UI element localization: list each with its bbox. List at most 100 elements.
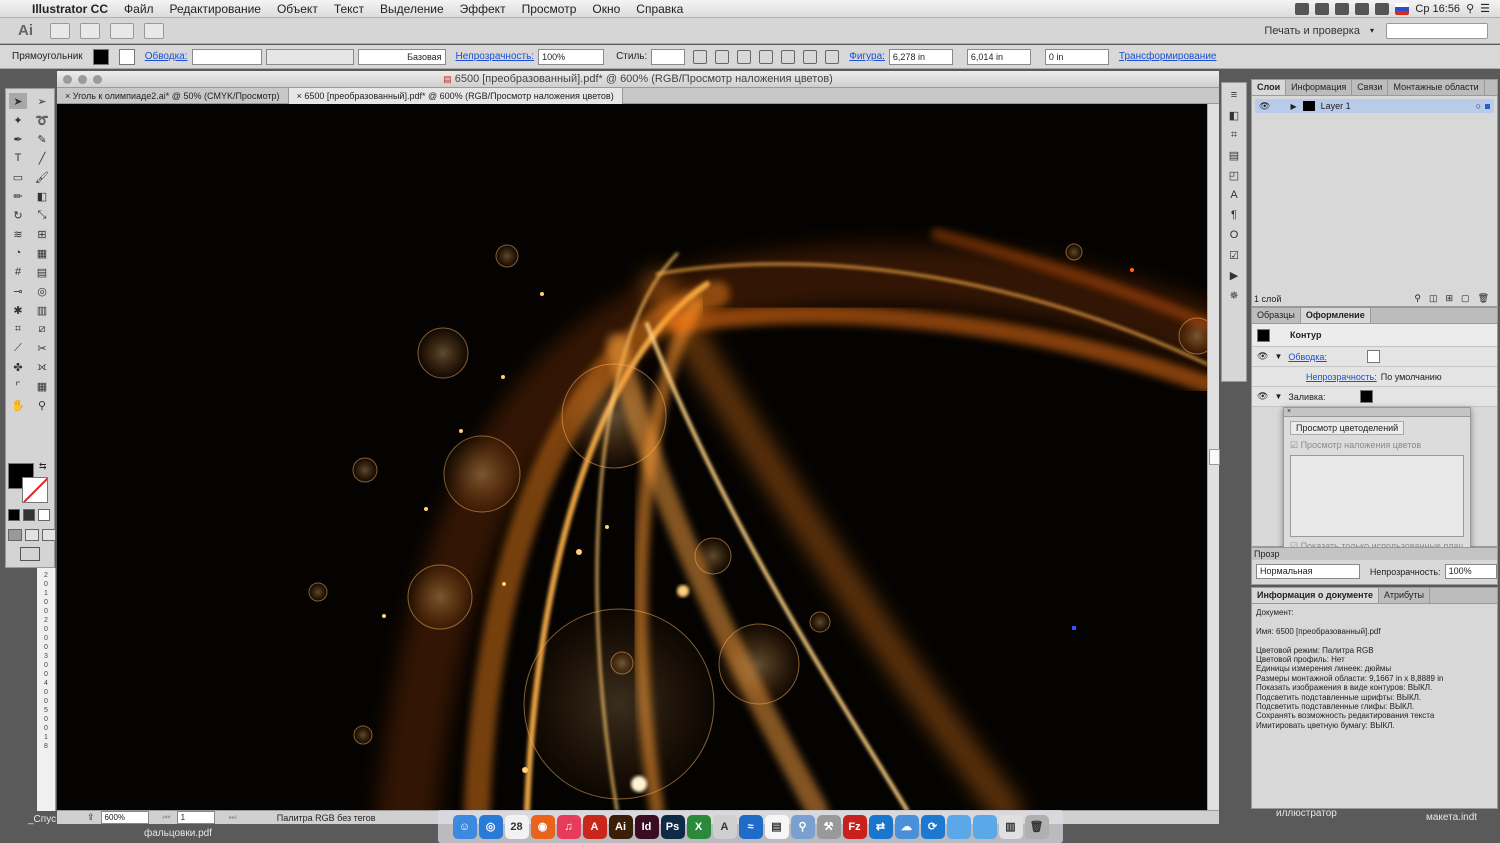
tab-ugol[interactable]: × Уголь к олимпиаде2.ai* @ 50% (CMYK/Про… <box>57 88 289 104</box>
eyedropper-tool-icon[interactable]: ⊸ <box>9 283 27 299</box>
desktop-file-label[interactable]: _Спус <box>28 814 56 825</box>
character-icon[interactable]: A <box>1227 189 1241 203</box>
scroll-thumb[interactable] <box>1209 449 1220 465</box>
disclosure-triangle-icon[interactable]: ▼ <box>1274 352 1282 361</box>
fill-row[interactable]: 👁 ▼ Заливка: <box>1252 387 1497 407</box>
menu-icon[interactable]: ≡ <box>1227 89 1241 103</box>
slice-tool-icon[interactable]: ⧄ <box>33 321 51 337</box>
desktop-file-label[interactable]: макета.indt <box>1426 812 1477 823</box>
menu-help[interactable]: Справка <box>628 2 691 16</box>
column-graph-tool-icon[interactable]: ▥ <box>33 302 51 318</box>
cloud-tray-icon[interactable] <box>1295 2 1310 15</box>
symbol-sprayer-tool-icon[interactable]: ✱ <box>9 302 27 318</box>
tab-6500[interactable]: × 6500 [преобразованный].pdf* @ 600% (RG… <box>288 88 623 104</box>
align-right-icon[interactable] <box>759 49 774 64</box>
draw-inside-button[interactable] <box>42 529 56 541</box>
stroke-row[interactable]: 👁 ▼ Обводка: <box>1252 347 1497 367</box>
separations-list[interactable] <box>1290 455 1464 537</box>
stroke-style-field[interactable]: Базовая <box>357 48 446 65</box>
opentype-icon[interactable]: O <box>1227 229 1241 243</box>
tab-swatches[interactable]: Образцы <box>1252 308 1301 323</box>
navigator-icon[interactable]: ✵ <box>1227 289 1241 303</box>
align-icon[interactable]: ▤ <box>1227 149 1241 163</box>
draw-behind-button[interactable] <box>25 529 39 541</box>
magic-wand-tool-icon[interactable]: ✦ <box>9 112 27 128</box>
shape-link[interactable]: Фигура: <box>849 51 885 62</box>
type-tool-icon[interactable]: T <box>9 150 27 166</box>
stroke-swatch[interactable] <box>118 48 135 65</box>
tab-links[interactable]: Связи <box>1352 80 1389 95</box>
tab-document-info[interactable]: Информация о документе <box>1252 588 1380 603</box>
rotate-tool-icon[interactable]: ↻ <box>9 207 27 223</box>
height-field[interactable]: 6,014 in <box>966 48 1031 65</box>
fill-swatch[interactable] <box>92 48 109 65</box>
first-artboard-icon[interactable]: ⏮ <box>163 812 171 823</box>
style-dropdown[interactable] <box>651 48 686 65</box>
variable-width-field[interactable] <box>265 48 354 65</box>
layer-name[interactable]: Layer 1 <box>1321 101 1351 111</box>
desktop-file-label[interactable]: иллюстратор <box>1276 808 1337 819</box>
stock-button[interactable] <box>80 22 100 39</box>
new-layer-icon[interactable]: ▢ <box>1461 293 1470 304</box>
line-tool-icon[interactable]: ╱ <box>33 150 51 166</box>
artboard-field[interactable]: 1 <box>176 811 215 824</box>
color-profile-status[interactable]: Палитра RGB без тегов <box>277 813 376 823</box>
finder-icon[interactable]: ☺ <box>452 814 477 839</box>
preview-icon[interactable]: ▤ <box>764 814 789 839</box>
menu-effect[interactable]: Эффект <box>452 2 514 16</box>
warp-tool-icon[interactable]: ≋ <box>9 226 27 242</box>
actions-play-icon[interactable]: ▶ <box>1227 269 1241 283</box>
close-panel-icon[interactable]: × <box>1287 408 1291 415</box>
teamviewer-icon[interactable]: ⇄ <box>868 814 893 839</box>
color-guide-icon[interactable]: ◧ <box>1227 109 1241 123</box>
illustrator-icon[interactable]: Ai <box>608 814 633 839</box>
search-tool-icon[interactable]: ⚲ <box>790 814 815 839</box>
align-left-icon[interactable] <box>715 49 730 64</box>
gradient-mode-button[interactable] <box>23 509 35 521</box>
recolor-icon[interactable] <box>693 49 708 64</box>
cloud-icon[interactable]: ☁ <box>894 814 919 839</box>
width-field[interactable]: 6,278 in <box>888 48 953 65</box>
fontbook-icon[interactable]: A <box>712 814 737 839</box>
opacity-field[interactable]: 100% <box>538 48 605 65</box>
vertical-scrollbar[interactable] <box>1207 104 1220 810</box>
tab-artboards[interactable]: Монтажные области <box>1388 80 1485 95</box>
align-bottom-icon[interactable] <box>825 49 840 64</box>
paragraph-icon[interactable]: ¶ <box>1227 209 1241 223</box>
crop-tool-icon[interactable]: ⌜ <box>9 378 27 394</box>
close-window-button[interactable] <box>63 75 72 84</box>
color-mode-button[interactable] <box>8 509 20 521</box>
scale-tool-icon[interactable]: ⤡ <box>33 207 51 223</box>
language-flag-icon[interactable] <box>1395 2 1410 15</box>
help-search-input[interactable] <box>1386 22 1488 39</box>
excel-icon[interactable]: X <box>686 814 711 839</box>
firefox-icon[interactable]: ◉ <box>530 814 555 839</box>
blend-mode-dropdown[interactable]: Нормальная <box>1256 564 1360 579</box>
opacity-field[interactable]: 100% <box>1444 564 1497 579</box>
tab-layers[interactable]: Слои <box>1252 80 1287 95</box>
locate-object-icon[interactable]: ⚲ <box>1414 293 1421 304</box>
photoshop-icon[interactable]: Ps <box>660 814 685 839</box>
selected-square-icon[interactable] <box>1485 103 1490 109</box>
sync-settings-button[interactable] <box>144 22 164 39</box>
pen-tool-icon[interactable]: ✒ <box>9 131 27 147</box>
trash-icon[interactable]: 🗑 <box>1024 814 1049 839</box>
opacity-row[interactable]: Непрозрачность: По умолчанию <box>1252 367 1497 387</box>
chevron-down-icon[interactable]: ▾ <box>1370 26 1374 35</box>
free-transform-tool-icon[interactable]: ⊞ <box>33 226 51 242</box>
archive-icon[interactable]: ▥ <box>998 814 1023 839</box>
acrobat-icon[interactable]: A <box>582 814 607 839</box>
gradient-tool-icon[interactable]: ▤ <box>33 264 51 280</box>
stroke-link[interactable]: Обводка: <box>145 51 188 62</box>
tab-attributes[interactable]: Атрибуты <box>1379 588 1431 603</box>
zoom-window-button[interactable] <box>93 75 102 84</box>
menu-object[interactable]: Объект <box>269 2 326 16</box>
screen-mode-button[interactable] <box>20 547 40 561</box>
overprint-checkbox[interactable]: ☑ Просмотр наложения цветов <box>1290 440 1464 451</box>
network-icon[interactable]: ≈ <box>738 814 763 839</box>
safari-icon[interactable]: ◎ <box>478 814 503 839</box>
transparency-title[interactable]: Прозр <box>1252 548 1497 560</box>
corner-radius-field[interactable]: 0 in <box>1044 48 1109 65</box>
new-sublayer-icon[interactable]: ⊞ <box>1446 293 1454 304</box>
swap-colors-icon[interactable]: ⇆ <box>39 461 47 472</box>
